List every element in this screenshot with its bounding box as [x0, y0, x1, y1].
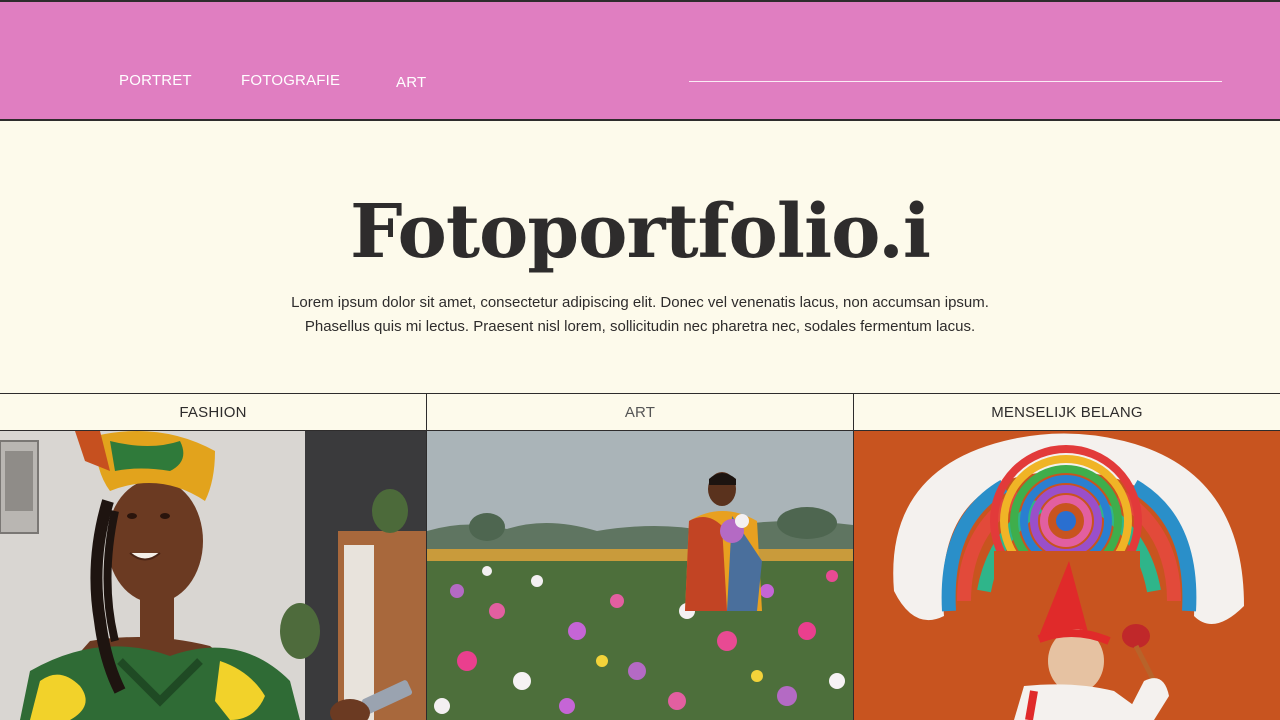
photo-menselijk-belang-dancer[interactable] [853, 431, 1280, 720]
flower-field-image [427, 431, 853, 720]
nav-link-portret[interactable]: PORTRET [119, 72, 192, 89]
hero-description-line-1: Lorem ipsum dolor sit amet, consectetur … [291, 294, 989, 311]
photo-art-flower-field[interactable] [426, 431, 853, 720]
photo-fashion-portrait[interactable] [0, 431, 426, 720]
nav-link-art[interactable]: ART [396, 74, 426, 91]
tab-fashion[interactable]: FASHION [0, 394, 426, 430]
photo-gallery [0, 431, 1280, 720]
nav-link-fotografie[interactable]: FOTOGRAFIE [241, 72, 340, 89]
tab-menselijk-belang[interactable]: MENSELIJK BELANG [853, 394, 1280, 430]
hero-description: Lorem ipsum dolor sit amet, consectetur … [240, 291, 1040, 339]
fashion-portrait-image [0, 431, 426, 720]
page-title: Fotoportfolio.i [350, 189, 931, 275]
top-navigation-bar: PORTRET FOTOGRAFIE ART [0, 0, 1280, 121]
search-input-underline[interactable] [689, 81, 1222, 82]
category-tabs: FASHION ART MENSELIJK BELANG [0, 393, 1280, 431]
dancer-headdress-image [854, 431, 1280, 720]
hero-description-line-2: Phasellus quis mi lectus. Praesent nisl … [304, 318, 976, 335]
hero-section: Fotoportfolio.i Lorem ipsum dolor sit am… [0, 121, 1280, 393]
tab-art[interactable]: ART [426, 394, 853, 430]
